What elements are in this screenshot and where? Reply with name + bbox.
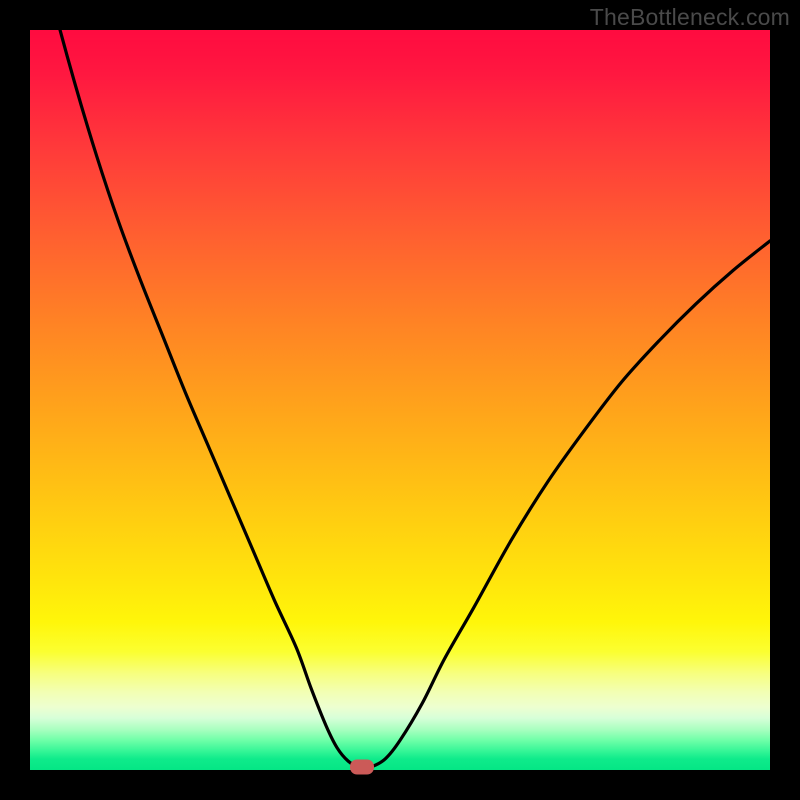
plot-area bbox=[30, 30, 770, 770]
bottleneck-curve bbox=[30, 30, 770, 768]
min-marker bbox=[350, 760, 374, 775]
watermark-text: TheBottleneck.com bbox=[590, 4, 790, 31]
chart-frame: TheBottleneck.com bbox=[0, 0, 800, 800]
curve-svg bbox=[30, 30, 770, 770]
